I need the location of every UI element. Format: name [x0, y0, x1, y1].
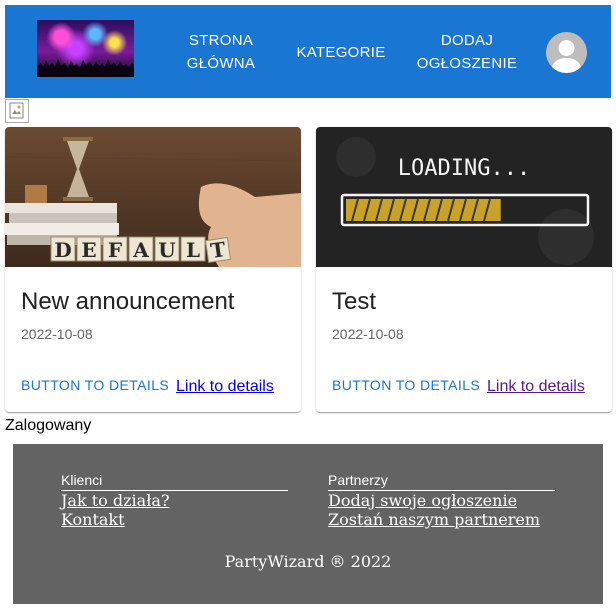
crowd-silhouette — [37, 59, 134, 77]
svg-text:E: E — [81, 238, 96, 262]
announcement-card: LOADING... Test 2022-10-08 BUTTON TO DET… — [316, 127, 612, 412]
footer-link-how-it-works[interactable]: Jak to działa? — [61, 491, 288, 510]
details-button[interactable]: BUTTON TO DETAILS — [21, 377, 169, 393]
footer: Klienci Jak to działa? Kontakt Partnerzy… — [13, 444, 603, 604]
nav-home[interactable]: STRONA GŁÓWNA — [177, 27, 265, 77]
card-date: 2022-10-08 — [332, 326, 404, 342]
nav-add-line2: OGŁOSZENIE — [416, 55, 518, 72]
nav-categories-label: KATEGORIE — [296, 43, 386, 61]
nav-home-line1: STRONA — [188, 32, 254, 49]
person-icon — [550, 40, 583, 73]
copyright: PartyWizard ® 2022 — [224, 552, 392, 571]
app-bar: STRONA GŁÓWNA KATEGORIE DODAJ OGŁOSZENIE — [5, 5, 611, 98]
broken-image-icon — [5, 99, 29, 123]
card-image-loading: LOADING... — [316, 127, 612, 267]
footer-heading: Partnerzy — [328, 472, 555, 491]
footer-column-partners: Partnerzy Dodaj swoje ogłoszenie Zostań … — [328, 472, 555, 529]
footer-column-clients: Klienci Jak to działa? Kontakt — [61, 472, 288, 529]
svg-text:F: F — [108, 238, 122, 262]
login-status: Zalogowany — [5, 417, 92, 434]
nav-add-line1: DODAJ — [440, 32, 494, 49]
svg-text:D: D — [54, 238, 71, 262]
card-title: Test — [332, 288, 377, 315]
nav-home-line2: GŁÓWNA — [186, 55, 256, 72]
card-image-default: D E F A U L T — [5, 127, 301, 267]
footer-link-add-announcement[interactable]: Dodaj swoje ogłoszenie — [328, 491, 555, 510]
footer-heading: Klienci — [61, 472, 288, 491]
avatar[interactable] — [546, 32, 587, 73]
details-link[interactable]: Link to details — [176, 378, 274, 396]
details-link[interactable]: Link to details — [487, 378, 585, 396]
loading-text: LOADING... — [398, 156, 530, 181]
svg-text:L: L — [186, 238, 200, 262]
footer-link-contact[interactable]: Kontakt — [61, 510, 288, 529]
nav-add-announcement[interactable]: DODAJ OGŁOSZENIE — [415, 27, 519, 77]
svg-text:A: A — [132, 238, 149, 262]
svg-text:U: U — [158, 238, 175, 262]
card-title: New announcement — [21, 288, 235, 315]
footer-link-become-partner[interactable]: Zostań naszym partnerem — [328, 510, 555, 529]
details-button[interactable]: BUTTON TO DETAILS — [332, 377, 480, 393]
announcement-card: D E F A U L T New announcement 2022-10-0… — [5, 127, 301, 412]
card-date: 2022-10-08 — [21, 326, 93, 342]
nav-categories[interactable]: KATEGORIE — [295, 27, 387, 77]
logo[interactable] — [37, 20, 134, 77]
